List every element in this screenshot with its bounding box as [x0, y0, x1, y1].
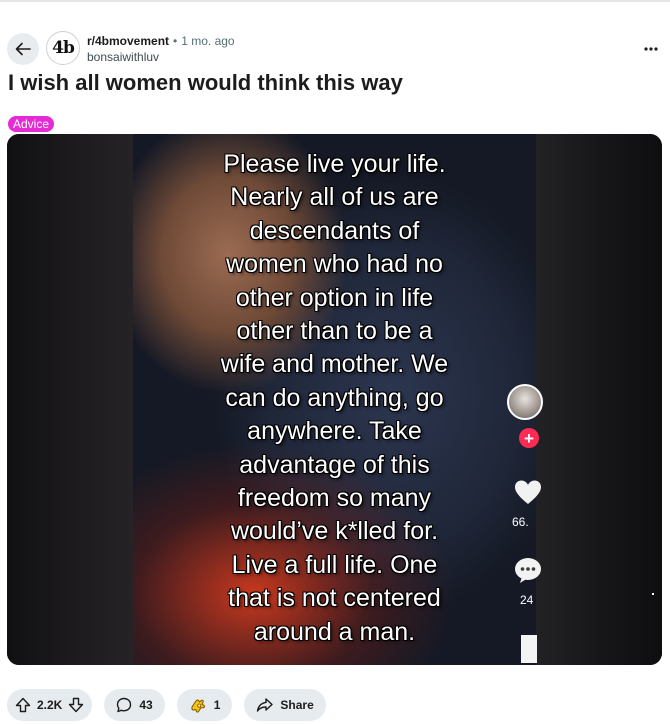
follow-plus-icon: +	[519, 428, 539, 448]
award-button[interactable]: 1	[176, 689, 233, 721]
post-flair[interactable]: Advice	[8, 116, 55, 132]
bookmark-icon	[521, 635, 537, 663]
video-frame[interactable]: Please live your life. Nearly all of us …	[133, 134, 536, 665]
more-options-icon	[644, 47, 658, 51]
post-time: 1 mo. ago	[181, 34, 235, 48]
downvote-icon	[69, 697, 84, 713]
back-arrow-icon	[15, 42, 31, 56]
top-divider	[0, 0, 670, 2]
post-title[interactable]: I wish all women would think this way	[8, 70, 403, 96]
post-header: 4b r/4bmovement • 1 mo. ago bonsaiwithlu…	[0, 30, 670, 68]
avatar-text: 4b	[52, 38, 75, 58]
upvote-button[interactable]	[15, 697, 31, 713]
more-options-button[interactable]	[640, 38, 662, 60]
award-count: 1	[213, 698, 221, 712]
back-button[interactable]	[7, 33, 39, 65]
media-dot	[652, 593, 654, 595]
subreddit-link[interactable]: r/4bmovement	[87, 34, 169, 49]
vote-control: 2.2K	[7, 689, 93, 721]
video-like-count: 66.	[512, 515, 529, 529]
downvote-button[interactable]	[68, 697, 84, 713]
upvote-icon	[15, 697, 31, 713]
speech-bubble-icon	[515, 558, 541, 583]
comment-count: 43	[139, 698, 153, 712]
heart-icon	[515, 480, 541, 504]
share-icon	[257, 698, 274, 712]
subreddit-avatar[interactable]: 4b	[46, 31, 80, 65]
share-label: Share	[280, 698, 314, 712]
media-blur-left	[7, 134, 133, 665]
share-button[interactable]: Share	[244, 689, 326, 721]
vote-score: 2.2K	[37, 698, 63, 712]
author-link[interactable]: bonsaiwithluv	[87, 50, 235, 65]
video-overlay-text: Please live your life. Nearly all of us …	[220, 150, 449, 646]
media-blur-right	[536, 134, 662, 665]
video-comment-count: 24	[520, 593, 534, 607]
comments-button[interactable]: 43	[104, 689, 165, 721]
award-icon	[191, 699, 205, 713]
post-media[interactable]: Please live your life. Nearly all of us …	[7, 134, 662, 665]
creator-avatar	[507, 384, 543, 420]
post-meta: r/4bmovement • 1 mo. ago bonsaiwithluv	[87, 34, 235, 65]
action-bar: 2.2K 43 1 Share	[7, 689, 326, 721]
meta-separator: •	[173, 34, 178, 48]
comment-icon	[117, 697, 132, 713]
